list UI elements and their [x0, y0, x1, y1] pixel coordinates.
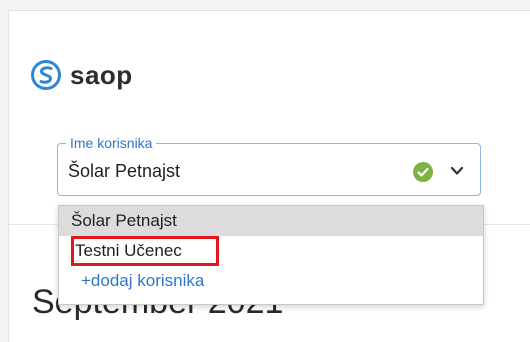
- user-select-label: Ime korisnika: [66, 135, 157, 151]
- user-select[interactable]: Ime korisnika Šolar Petnajst: [57, 135, 481, 196]
- dropdown-option-testni-ucenec[interactable]: Testni Učenec: [71, 236, 219, 266]
- user-dropdown-list: Šolar Petnajst Testni Učenec +dodaj kori…: [58, 205, 484, 305]
- dropdown-option-solar-petnajst[interactable]: Šolar Petnajst: [59, 206, 483, 236]
- dropdown-option-label: Testni Učenec: [75, 241, 182, 260]
- brand-name: saop: [70, 59, 133, 90]
- user-select-value: Šolar Petnajst: [68, 161, 181, 181]
- brand-logo: saop: [30, 55, 133, 95]
- saop-logo-icon: [31, 60, 61, 90]
- add-user-link[interactable]: +dodaj korisnika: [59, 266, 483, 296]
- chevron-down-icon[interactable]: [450, 165, 464, 177]
- check-circle-icon: [413, 162, 433, 182]
